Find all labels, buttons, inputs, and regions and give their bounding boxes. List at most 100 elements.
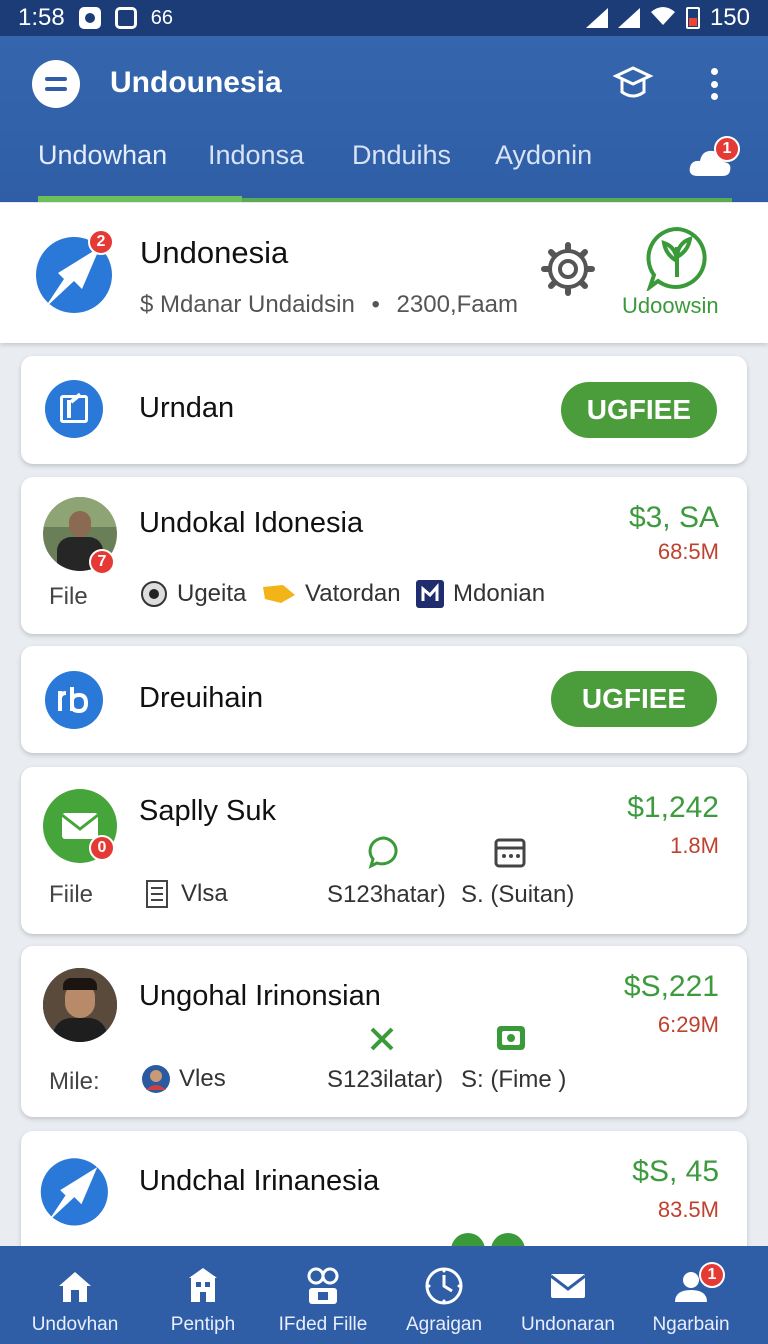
active-tab-indicator <box>38 196 242 202</box>
clock-icon <box>424 1266 464 1306</box>
header-subtitle-left: $ Mdanar Undaidsin <box>140 291 355 318</box>
document-icon <box>143 879 173 909</box>
tab-undowhan[interactable]: Undowhan <box>38 140 167 171</box>
item-title: Urndan <box>139 392 235 424</box>
list-item[interactable]: Mile: Ungohal Irinonsian $S,221 6:29M Vl… <box>21 946 747 1117</box>
list-item[interactable]: 7 File Undokal Idonesia $3, SA 68:5M Uge… <box>21 477 747 634</box>
side-label: Mile: <box>49 1068 100 1095</box>
nav-item-files[interactable]: IFded Fille <box>259 1246 387 1344</box>
item-title: Saplly Suk <box>139 795 277 827</box>
item-sub-price: 83.5M <box>657 1197 719 1222</box>
profile-header: 2 Undonesia $ Mdanar Undaidsin • 2300,Fa… <box>0 203 768 343</box>
home-icon <box>55 1266 95 1306</box>
mail-badge: 0 <box>89 835 115 861</box>
app-bar: Undounesia Undowhan Indonsa Dnduihs Aydo… <box>0 36 768 202</box>
meta-tag[interactable]: Vlsa <box>143 879 228 909</box>
status-time: 1:58 <box>18 4 65 31</box>
tab-bar: Undowhan Indonsa Dnduihs Aydonin <box>0 140 680 180</box>
meta-value: S123hatar) <box>327 881 446 908</box>
header-subtitle-separator: • <box>371 291 380 318</box>
instagram-icon <box>114 7 137 29</box>
battery-icon <box>685 7 700 29</box>
graduation-cap-icon[interactable] <box>612 62 654 104</box>
nav-label: Pentiph <box>170 1314 236 1335</box>
app-tile-icon <box>45 671 103 729</box>
calendar-icon[interactable] <box>493 835 527 869</box>
meta-label: Ugeita <box>177 580 247 607</box>
app-tile-icon <box>45 380 103 438</box>
nav-item-building[interactable]: Pentiph <box>139 1246 267 1344</box>
side-label: Fiile <box>49 881 94 908</box>
meta-value: S123ilatar) <box>327 1066 444 1093</box>
record-icon <box>139 579 169 609</box>
nav-item-mail[interactable]: Undonaran <box>504 1246 632 1344</box>
more-options-icon[interactable] <box>700 64 728 104</box>
nav-label: IFded Fille <box>278 1314 368 1335</box>
nav-label: Undonaran <box>520 1314 616 1335</box>
action-button[interactable]: UGFIEE <box>551 671 717 727</box>
tab-dnduihs[interactable]: Dnduihs <box>352 140 451 171</box>
item-sub-price: 6:29M <box>657 1012 719 1037</box>
menu-button[interactable] <box>32 60 80 108</box>
building-icon <box>183 1266 223 1306</box>
battery-level: 150 <box>709 4 750 31</box>
wifi-icon <box>650 5 676 31</box>
item-title: Ungohal Irinonsian <box>139 980 381 1012</box>
meta-value: S. (Suitan) <box>461 881 575 908</box>
nav-label: Ngarbain <box>652 1314 730 1335</box>
nav-label: Undovhan <box>31 1314 119 1335</box>
item-price: $3, SA <box>628 501 719 534</box>
meta-value: S: (Fime ) <box>461 1066 567 1093</box>
camera-icon[interactable] <box>495 1022 527 1054</box>
status-bar: 1:58 66 150 <box>0 0 768 36</box>
close-icon[interactable] <box>367 1024 397 1054</box>
item-sub-price: 68:5M <box>657 539 719 564</box>
nav-item-home[interactable]: Undovhan <box>11 1246 139 1344</box>
item-title: Undokal Idonesia <box>139 507 364 539</box>
meta-tag[interactable]: Mdonian <box>415 579 545 609</box>
signal-icon <box>585 8 608 28</box>
meta-label: Vles <box>179 1065 226 1092</box>
menu-line <box>45 87 67 91</box>
send-arrow-icon <box>39 1151 115 1231</box>
header-subtitle: $ Mdanar Undaidsin • 2300,Faam <box>140 291 518 319</box>
notification-count: 66 <box>150 6 173 29</box>
meta-label: Vatordan <box>305 580 401 607</box>
list-item[interactable]: 0 Fiile Saplly Suk $1,242 1.8M Vlsa S123… <box>21 767 747 934</box>
action-button[interactable]: UGFIEE <box>560 382 717 438</box>
notification-app-icon <box>78 7 101 29</box>
meta-label: Mdonian <box>453 580 546 607</box>
files-icon <box>303 1266 343 1306</box>
nav-badge: 1 <box>699 1262 725 1288</box>
tab-aydonin[interactable]: Aydonin <box>495 140 592 171</box>
tab-divider <box>242 198 732 202</box>
brand-label[interactable]: Udoowsin <box>622 293 719 319</box>
gear-icon[interactable] <box>538 239 598 299</box>
nav-item-people[interactable]: 1 Ngarbain <box>627 1246 755 1344</box>
user-avatar-icon <box>141 1064 171 1094</box>
meta-tag[interactable]: Vles <box>141 1064 226 1094</box>
meta-tag[interactable]: Ugeita <box>139 579 246 609</box>
app-title: Undounesia <box>110 66 282 99</box>
book-icon <box>415 579 445 609</box>
avatar-badge: 7 <box>89 549 115 575</box>
nav-item-clock[interactable]: Agraigan <box>380 1246 508 1344</box>
app-logo: 2 <box>34 229 120 319</box>
signal-icon-2 <box>617 8 640 28</box>
chat-bubble-icon[interactable] <box>367 835 401 869</box>
list-item[interactable]: Dreuihain UGFIEE <box>21 646 747 753</box>
tag-icon <box>261 579 297 609</box>
header-badge: 2 <box>88 229 114 255</box>
bottom-navigation: Undovhan Pentiph IFded Fille Agraigan Un… <box>0 1246 768 1344</box>
meta-tag[interactable]: Vatordan <box>261 579 401 609</box>
plant-chat-icon[interactable] <box>644 225 710 293</box>
item-title: Dreuihain <box>139 682 264 714</box>
side-label: File <box>49 583 88 610</box>
menu-line <box>45 77 67 81</box>
item-sub-price: 1.8M <box>670 833 719 858</box>
cloud-badge: 1 <box>714 136 740 162</box>
item-price: $1,242 <box>627 791 719 824</box>
tab-indonsa[interactable]: Indonsa <box>208 140 304 171</box>
cloud-notifications-button[interactable]: 1 <box>688 136 744 180</box>
list-item[interactable]: Urndan UGFIEE <box>21 356 747 464</box>
